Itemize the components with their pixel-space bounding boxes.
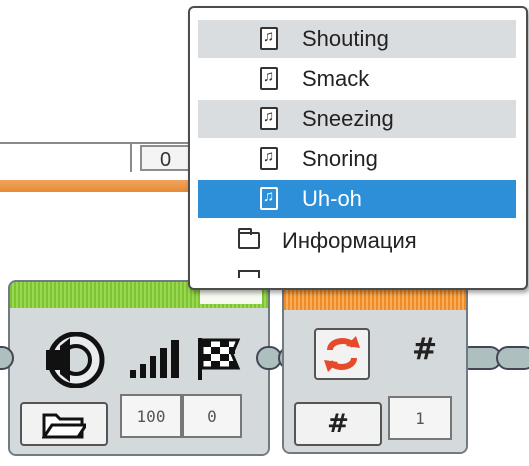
- sound-file-dropdown[interactable]: Shouting Smack Sneezing Snoring Uh-oh Ин…: [188, 6, 528, 290]
- loop-mode-button[interactable]: [314, 328, 370, 380]
- sound-file-icon: [260, 187, 278, 210]
- play-type-input[interactable]: 0: [182, 394, 242, 438]
- menu-item-smack[interactable]: Smack: [198, 60, 516, 98]
- checkered-flag-icon: [198, 338, 241, 380]
- menu-item-label: Snoring: [302, 146, 378, 171]
- menu-item-label: Uh-oh: [302, 186, 362, 211]
- loop-count-input[interactable]: 1: [388, 396, 452, 440]
- loop-block[interactable]: # # 1: [282, 282, 468, 454]
- menu-item-sneezing[interactable]: Sneezing: [198, 100, 516, 138]
- sound-file-icon: [260, 67, 278, 90]
- menu-item-shouting[interactable]: Shouting: [198, 20, 516, 58]
- menu-item-label: Shouting: [302, 26, 389, 51]
- count-mode-button[interactable]: #: [294, 402, 382, 446]
- loop-arrows-icon: [324, 336, 360, 372]
- menu-item-label: Smack: [302, 66, 370, 91]
- output-connector[interactable]: [496, 346, 529, 370]
- folder-icon: [238, 228, 260, 249]
- menu-item-snoring[interactable]: Snoring: [198, 140, 516, 178]
- hash-icon: #: [412, 332, 438, 367]
- divider-line: [130, 142, 132, 172]
- folder-icon: [42, 413, 86, 439]
- menu-item-label: Sneezing: [302, 106, 394, 131]
- menu-item-uh-oh[interactable]: Uh-oh: [198, 180, 516, 218]
- speaker-icon: [46, 332, 105, 388]
- volume-input[interactable]: 100: [120, 394, 182, 438]
- file-select-button[interactable]: [20, 402, 108, 446]
- divider-line: [0, 142, 196, 144]
- sound-block[interactable]: 100 0: [8, 280, 270, 456]
- orange-strip: [0, 180, 196, 192]
- count-mode-label: #: [327, 409, 349, 439]
- menu-item-label: Информация: [282, 228, 417, 253]
- sound-file-icon: [260, 107, 278, 130]
- sound-file-icon: [260, 27, 278, 50]
- sound-file-icon: [260, 147, 278, 170]
- volume-bars-icon: [130, 340, 179, 378]
- menu-item-informatsiya[interactable]: Информация: [198, 222, 516, 260]
- partial-folder-icon: [238, 270, 260, 278]
